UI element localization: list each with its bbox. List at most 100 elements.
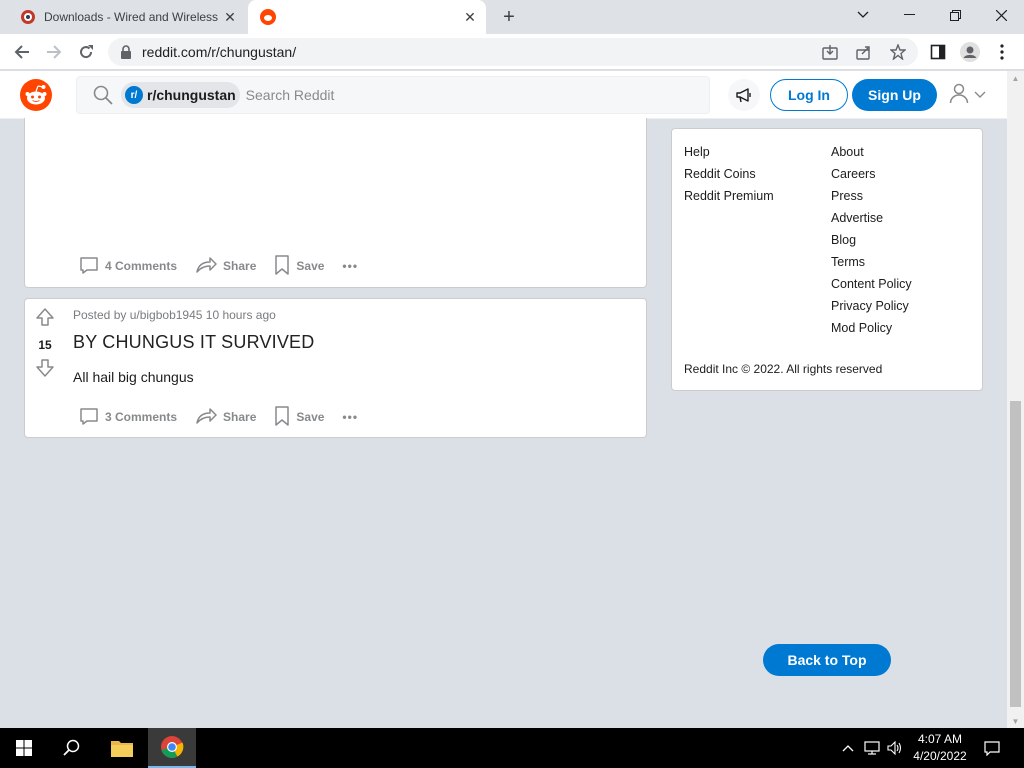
comments-button[interactable]: 3 Comments: [77, 403, 179, 431]
downvote-icon[interactable]: [35, 358, 55, 383]
tab-downloads[interactable]: Downloads - Wired and Wireless ✕: [8, 0, 246, 34]
bookmark-star-icon[interactable]: [888, 42, 908, 62]
volume-icon[interactable]: [885, 738, 905, 758]
footer-links-col1: Help Reddit Coins Reddit Premium: [684, 141, 774, 207]
windows-start-icon[interactable]: [0, 728, 48, 768]
post-body: All hail big chungus: [73, 369, 194, 385]
file-explorer-icon[interactable]: [98, 728, 146, 768]
footer-link-press[interactable]: Press: [831, 185, 912, 207]
chevron-down-icon: [974, 86, 986, 104]
taskbar-search-icon[interactable]: [48, 728, 96, 768]
bookmark-icon: [274, 405, 290, 429]
reddit-header: r/ r/chungustan Search Reddit Log In Sig…: [0, 71, 1007, 119]
comments-label: 3 Comments: [105, 410, 178, 424]
scroll-down-icon[interactable]: ▼: [1007, 714, 1024, 728]
vote-column: 15: [33, 307, 57, 383]
footer-link-advertise[interactable]: Advertise: [831, 207, 912, 229]
comment-icon: [79, 255, 99, 278]
post-actions: 3 Comments Share Save •••: [77, 403, 360, 431]
post-title[interactable]: BY CHUNGUS IT SURVIVED: [73, 332, 314, 353]
subreddit-search-chip[interactable]: r/ r/chungustan: [121, 82, 240, 108]
subreddit-icon: r/: [125, 86, 143, 104]
share-label: Share: [223, 259, 257, 273]
address-bar[interactable]: reddit.com/r/chungustan/: [108, 38, 918, 66]
browser-tab-strip: Downloads - Wired and Wireless ✕ ✕ +: [0, 0, 1024, 34]
new-tab-button[interactable]: +: [496, 5, 522, 29]
taskbar-clock[interactable]: 4:07 AM 4/20/2022: [910, 731, 970, 765]
search-input[interactable]: Search Reddit: [246, 87, 335, 103]
share-label: Share: [223, 410, 257, 424]
downloads-favicon-icon: [20, 9, 36, 25]
save-label: Save: [296, 410, 325, 424]
subreddit-chip-label: r/chungustan: [147, 87, 236, 103]
save-label: Save: [296, 259, 325, 273]
more-options-button[interactable]: •••: [340, 403, 360, 431]
reload-icon[interactable]: [72, 38, 100, 66]
search-bar[interactable]: r/ r/chungustan Search Reddit: [76, 76, 710, 114]
forward-icon[interactable]: [40, 38, 68, 66]
share-icon: [195, 406, 217, 429]
close-window-icon[interactable]: [978, 0, 1024, 30]
log-in-button[interactable]: Log In: [770, 79, 848, 111]
footer-links-col2: About Careers Press Advertise Blog Terms…: [831, 141, 912, 339]
back-to-top-button[interactable]: Back to Top: [763, 644, 891, 676]
url-text: reddit.com/r/chungustan/: [142, 44, 297, 60]
footer-link-content-policy[interactable]: Content Policy: [831, 273, 912, 295]
advertise-megaphone-icon[interactable]: [728, 79, 760, 111]
user-dropdown[interactable]: [948, 83, 988, 107]
footer-link-help[interactable]: Help: [684, 141, 774, 163]
footer-link-privacy-policy[interactable]: Privacy Policy: [831, 295, 912, 317]
tab-reddit[interactable]: ✕: [248, 0, 486, 34]
reddit-logo-icon[interactable]: [20, 79, 52, 111]
post-card[interactable]: 15 Posted by u/bigbob1945 10 hours ago B…: [24, 298, 647, 438]
save-button[interactable]: Save: [272, 252, 326, 280]
share-button[interactable]: Share: [193, 252, 258, 280]
scrollbar-thumb[interactable]: [1010, 401, 1021, 707]
tab-close-icon[interactable]: ✕: [220, 7, 240, 27]
upvote-icon[interactable]: [35, 307, 55, 332]
chrome-taskbar-icon[interactable]: [148, 728, 196, 768]
bookmark-icon: [274, 254, 290, 278]
save-button[interactable]: Save: [272, 403, 326, 431]
more-options-button[interactable]: •••: [340, 252, 360, 280]
comments-button[interactable]: 4 Comments: [77, 252, 179, 280]
footer-link-reddit-premium[interactable]: Reddit Premium: [684, 185, 774, 207]
windows-taskbar: 4:07 AM 4/20/2022: [0, 728, 1024, 768]
scroll-up-icon[interactable]: ▲: [1007, 71, 1024, 85]
browser-menu-icon[interactable]: [988, 38, 1016, 66]
notifications-icon[interactable]: [982, 738, 1002, 758]
tab-close-icon[interactable]: ✕: [460, 7, 480, 27]
footer-link-blog[interactable]: Blog: [831, 229, 912, 251]
tray-chevron-up-icon[interactable]: [838, 738, 858, 758]
minimize-icon[interactable]: [886, 0, 932, 30]
footer-link-mod-policy[interactable]: Mod Policy: [831, 317, 912, 339]
comment-icon: [79, 406, 99, 429]
profile-icon[interactable]: [956, 38, 984, 66]
side-panel-icon[interactable]: [924, 38, 952, 66]
vote-count: 15: [38, 338, 52, 352]
footer-link-about[interactable]: About: [831, 141, 912, 163]
lock-icon[interactable]: [120, 45, 132, 59]
tab-title: Downloads - Wired and Wireless: [44, 10, 219, 24]
more-icon: •••: [342, 259, 359, 273]
copyright-text: Reddit Inc © 2022. All rights reserved: [684, 362, 883, 376]
comments-label: 4 Comments: [105, 259, 178, 273]
install-app-icon[interactable]: [820, 42, 840, 62]
footer-link-terms[interactable]: Terms: [831, 251, 912, 273]
share-page-icon[interactable]: [854, 42, 874, 62]
browser-toolbar: reddit.com/r/chungustan/: [0, 34, 1024, 70]
user-icon: [948, 82, 970, 109]
footer-link-reddit-coins[interactable]: Reddit Coins: [684, 163, 774, 185]
network-icon[interactable]: [862, 738, 882, 758]
reddit-favicon-icon: [260, 9, 276, 25]
share-button[interactable]: Share: [193, 403, 258, 431]
share-icon: [195, 255, 217, 278]
sign-up-button[interactable]: Sign Up: [852, 79, 937, 111]
restore-icon[interactable]: [932, 0, 978, 30]
back-icon[interactable]: [8, 38, 36, 66]
tab-search-icon[interactable]: [840, 0, 886, 30]
page-scrollbar[interactable]: ▲ ▼: [1007, 71, 1024, 728]
post-card[interactable]: 4 Comments Share Save •••: [24, 118, 647, 288]
post-actions: 4 Comments Share Save •••: [77, 252, 360, 280]
footer-link-careers[interactable]: Careers: [831, 163, 912, 185]
